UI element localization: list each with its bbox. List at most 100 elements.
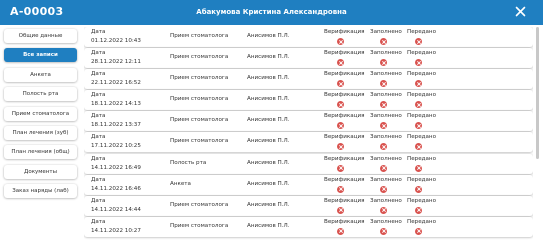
x-circle-icon — [380, 185, 387, 193]
sidebar-item-questionnaire[interactable]: Анкета — [4, 67, 77, 82]
record-date: 17.11.2022 10:25 — [91, 143, 141, 150]
verification-label: Верификация — [324, 155, 365, 162]
record-type: Прием стоматолога — [170, 75, 229, 82]
record-type: Анкета — [170, 180, 191, 187]
x-circle-icon — [337, 38, 344, 45]
record-row[interactable]: Дата 17.11.2022 10:25 Прием стоматолога Ани… — [84, 132, 533, 153]
record-row[interactable]: Дата 14.11.2022 16:49 Полость рта Анисимов … — [84, 153, 533, 174]
x-circle-icon — [337, 164, 344, 172]
record-doctor: Анисимов П.Л. — [247, 138, 290, 145]
sent-status: Передано — [407, 176, 451, 193]
x-circle-icon — [380, 80, 387, 88]
patient-name: Абакумова Кристина Александровна — [196, 8, 347, 16]
sent-status: Передано — [407, 29, 451, 45]
record-type: Прием стоматолога — [170, 96, 229, 103]
date-label: Дата — [91, 29, 106, 35]
sent-status: Передано — [407, 71, 451, 88]
date-label: Дата — [91, 134, 106, 141]
record-doctor: Анисимов П.Л. — [247, 33, 290, 39]
x-circle-icon — [380, 143, 387, 151]
verification-status: Верификация — [324, 134, 368, 151]
sent-label: Передано — [407, 197, 437, 204]
record-doctor: Анисимов П.Л. — [247, 180, 290, 187]
record-date: 18.11.2022 14:13 — [91, 101, 141, 108]
sidebar-item-lab-orders[interactable]: Заказ наряды (лаб) — [4, 184, 77, 199]
sent-label: Передано — [407, 218, 437, 225]
date-label: Дата — [91, 155, 106, 162]
header-bar: A-00003 Абакумова Кристина Александровна — [0, 0, 543, 25]
record-doctor: Анисимов П.Л. — [247, 96, 290, 103]
verification-status: Верификация — [324, 155, 368, 172]
sidebar-item-dentist-visit[interactable]: Прием стоматолога — [4, 106, 77, 121]
x-circle-icon — [337, 206, 344, 214]
record-row[interactable]: Дата 14.11.2022 14:44 Прием стоматолога Ани… — [84, 195, 533, 216]
sidebar-item-plan-general[interactable]: План лечения (общ) — [4, 145, 77, 160]
record-row[interactable]: Дата 18.11.2022 13:37 Прием стоматолога Ани… — [84, 111, 533, 132]
x-circle-icon — [380, 227, 387, 235]
sent-label: Передано — [407, 176, 437, 183]
sidebar-item-oral-cavity[interactable]: Полость рта — [4, 87, 77, 102]
record-type: Прием стоматолога — [170, 117, 229, 124]
sent-label: Передано — [407, 29, 437, 35]
record-doctor: Анисимов П.Л. — [247, 222, 290, 229]
sent-label: Передано — [407, 155, 437, 162]
record-row[interactable]: Дата 22.11.2022 16:52 Прием стоматолога Ани… — [84, 69, 533, 90]
record-row[interactable]: Дата 28.11.2022 12:11 Прием стоматолога Ани… — [84, 48, 533, 69]
date-label: Дата — [91, 176, 106, 183]
sent-status: Передано — [407, 218, 451, 235]
record-row[interactable]: Дата 18.11.2022 14:13 Прием стоматолога Ани… — [84, 90, 533, 111]
record-row[interactable]: Дата 01.12.2022 10:43 Прием стоматолога Ани… — [84, 27, 533, 47]
x-circle-icon — [337, 80, 344, 88]
x-circle-icon — [380, 59, 387, 67]
record-date: 14.11.2022 14:44 — [91, 206, 141, 213]
sent-status: Передано — [407, 92, 451, 109]
sent-label: Передано — [407, 134, 437, 141]
sent-status: Передано — [407, 134, 451, 151]
verification-label: Верификация — [324, 176, 365, 183]
verification-label: Верификация — [324, 197, 365, 204]
sent-label: Передано — [407, 92, 437, 99]
verification-status: Верификация — [324, 71, 368, 88]
verification-status: Верификация — [324, 219, 368, 235]
sent-status: Передано — [407, 50, 451, 67]
sidebar-item-all-records[interactable]: Все записи — [4, 48, 77, 63]
sent-label: Передано — [407, 50, 437, 57]
x-circle-icon — [415, 206, 422, 214]
sent-status: Передано — [407, 197, 451, 214]
x-circle-icon — [337, 101, 344, 109]
sidebar-item-general[interactable]: Общие данные — [4, 29, 77, 43]
verification-status: Верификация — [324, 113, 368, 130]
record-date: 22.11.2022 16:52 — [91, 80, 141, 87]
record-type: Полость рта — [170, 159, 207, 166]
scrollbar[interactable] — [536, 27, 539, 159]
x-circle-icon — [380, 122, 387, 130]
date-label: Дата — [91, 92, 106, 99]
verification-label: Верификация — [324, 113, 365, 120]
date-label: Дата — [91, 113, 106, 120]
close-icon[interactable] — [515, 6, 526, 17]
record-date: 14.11.2022 16:46 — [91, 185, 141, 192]
verification-label: Верификация — [324, 134, 365, 141]
verification-status: Верификация — [324, 197, 368, 214]
x-circle-icon — [380, 206, 387, 214]
x-circle-icon — [415, 227, 422, 235]
record-type: Прием стоматолога — [170, 138, 229, 145]
sent-status: Передано — [407, 155, 451, 172]
x-circle-icon — [415, 38, 422, 45]
record-doctor: Анисимов П.Л. — [247, 201, 290, 208]
x-circle-icon — [415, 164, 422, 172]
record-date: 14.11.2022 16:49 — [91, 164, 141, 171]
record-type: Прием стоматолога — [170, 222, 229, 229]
date-label: Дата — [91, 197, 106, 204]
record-row[interactable]: Дата 14.11.2022 16:46 Анкета Анисимов П.Л. В… — [84, 174, 533, 195]
x-circle-icon — [415, 143, 422, 151]
record-row[interactable]: Дата 14.11.2022 10:27 Прием стоматолога Ани… — [84, 216, 533, 237]
verification-label: Верификация — [324, 29, 365, 35]
sidebar-item-documents[interactable]: Документы — [4, 164, 77, 179]
verification-label: Верификация — [324, 50, 365, 57]
date-label: Дата — [91, 50, 106, 57]
x-circle-icon — [415, 59, 422, 67]
x-circle-icon — [415, 185, 422, 193]
sidebar-item-plan-tooth[interactable]: План лечения (зуб) — [4, 125, 77, 140]
sent-label: Передано — [407, 71, 437, 78]
